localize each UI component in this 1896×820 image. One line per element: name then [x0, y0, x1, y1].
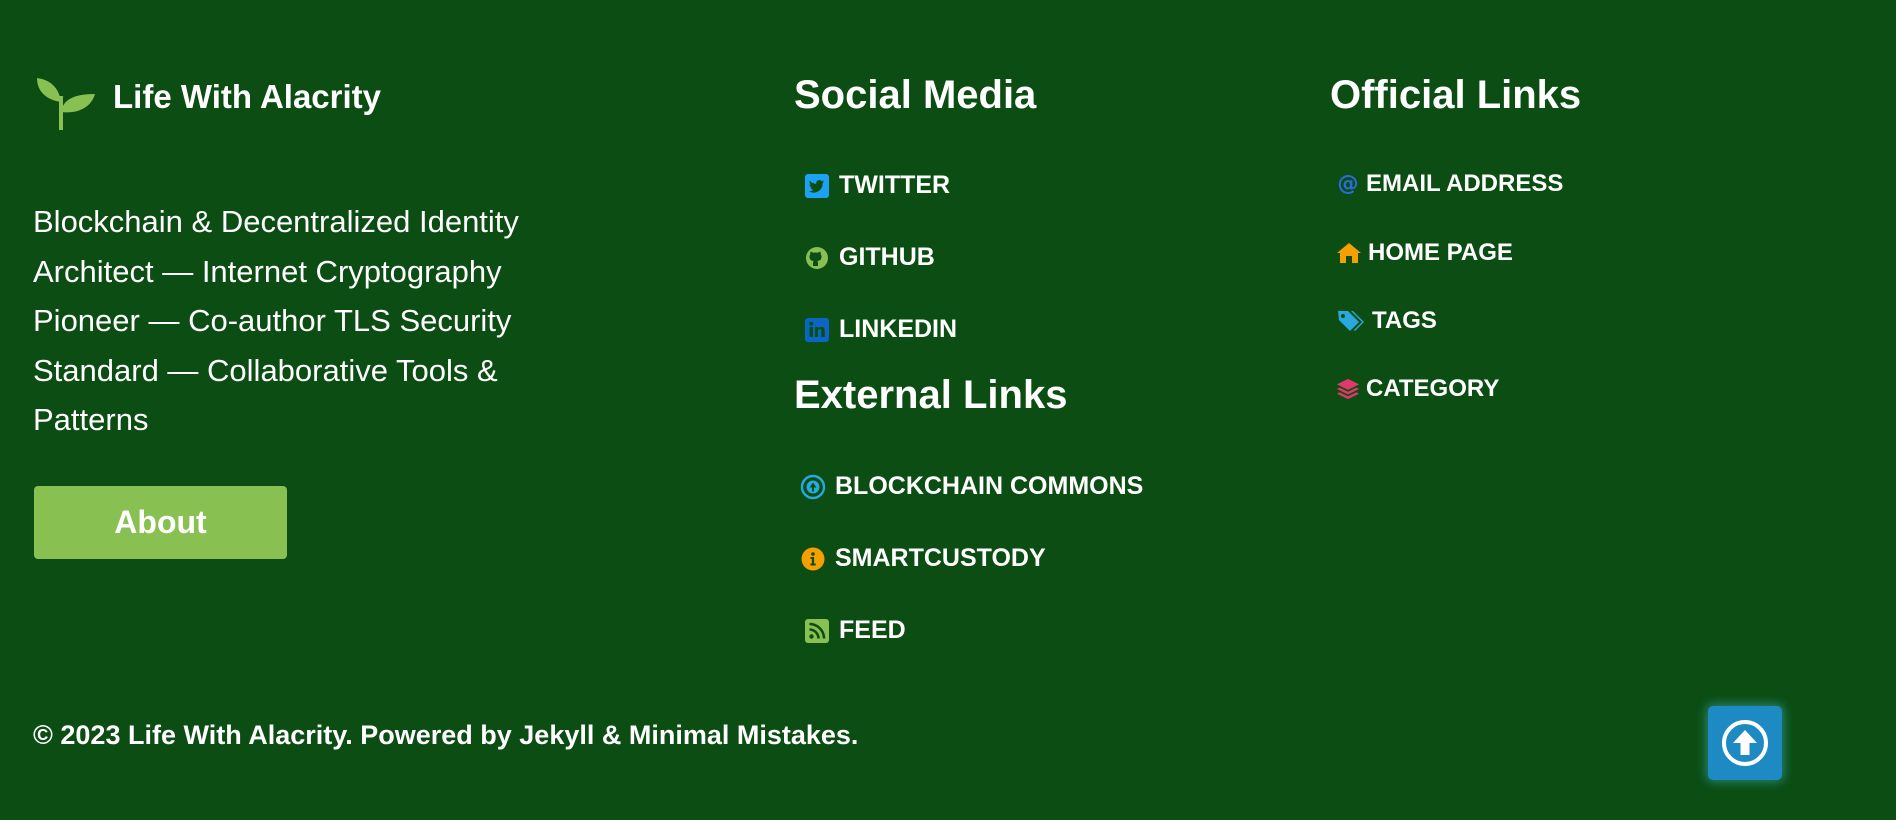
smartcustody-label: SMARTCUSTODY: [835, 544, 1046, 572]
svg-text:@: @: [1337, 171, 1358, 196]
brand[interactable]: Life With Alacrity: [33, 66, 381, 132]
official-links-heading: Official Links: [1330, 73, 1582, 117]
info-circle-icon: [800, 546, 826, 572]
category-label: CATEGORY: [1366, 375, 1500, 402]
twitter-link[interactable]: TWITTER: [804, 171, 950, 200]
tags-label: TAGS: [1372, 307, 1437, 334]
arrow-circle-up-icon: [1720, 718, 1770, 768]
twitter-icon: [804, 173, 830, 199]
back-to-top-button[interactable]: [1708, 706, 1782, 780]
home-icon: [1336, 240, 1362, 266]
at-icon: @: [1336, 171, 1360, 197]
about-button[interactable]: About: [34, 486, 287, 559]
category-link[interactable]: CATEGORY: [1336, 375, 1499, 403]
tags-link[interactable]: TAGS: [1336, 307, 1437, 335]
feed-label: FEED: [839, 616, 906, 644]
smartcustody-link[interactable]: SMARTCUSTODY: [800, 544, 1046, 573]
tags-icon: [1336, 308, 1366, 334]
home-page-link[interactable]: HOME PAGE: [1336, 239, 1513, 267]
linkedin-label: LINKEDIN: [839, 315, 958, 343]
email-address-link[interactable]: @ EMAIL ADDRESS: [1336, 170, 1563, 198]
seedling-icon: [33, 66, 99, 132]
twitter-label: TWITTER: [839, 171, 951, 199]
layers-icon: [1336, 376, 1360, 402]
copyright: © 2023 Life With Alacrity. Powered by Je…: [33, 720, 859, 750]
external-links-heading: External Links: [794, 373, 1068, 417]
linkedin-icon: [804, 317, 830, 343]
blockchain-commons-label: BLOCKCHAIN COMMONS: [835, 472, 1144, 500]
linkedin-link[interactable]: LINKEDIN: [804, 315, 957, 344]
blockchain-commons-link[interactable]: BLOCKCHAIN COMMONS: [800, 472, 1143, 501]
email-address-label: EMAIL ADDRESS: [1366, 170, 1564, 197]
github-label: GITHUB: [839, 243, 935, 271]
blockchain-commons-icon: [800, 474, 826, 500]
github-link[interactable]: GITHUB: [804, 243, 935, 272]
social-media-heading: Social Media: [794, 73, 1037, 117]
rss-icon: [804, 618, 830, 644]
site-tagline: Blockchain & Decentralized Identity Arch…: [33, 204, 519, 437]
github-icon: [804, 245, 830, 271]
brand-name: Life With Alacrity: [113, 78, 382, 115]
home-page-label: HOME PAGE: [1368, 239, 1513, 266]
feed-link[interactable]: FEED: [804, 616, 906, 645]
